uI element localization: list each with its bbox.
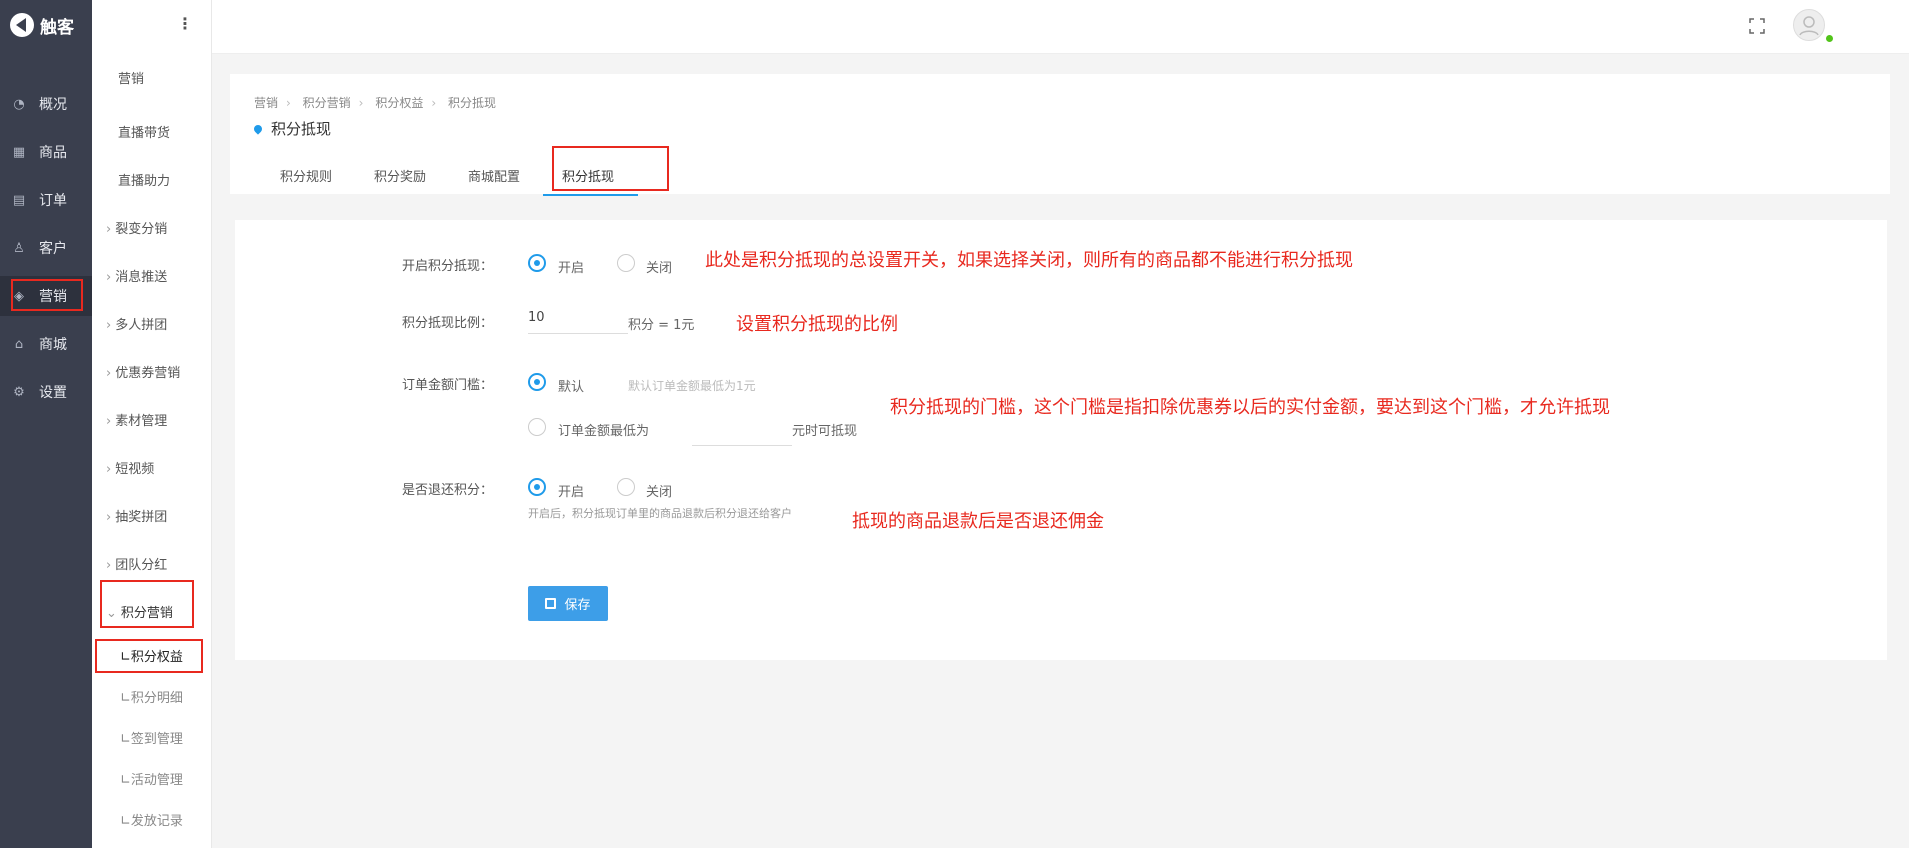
enable-on-label[interactable]: 开启	[558, 257, 584, 276]
ratio-label: 积分抵现比例：	[402, 316, 494, 331]
logo-icon	[10, 13, 34, 37]
ratio-suffix: 积分 = 1元	[628, 318, 695, 333]
settings-card	[235, 220, 1887, 660]
breadcrumb-item[interactable]: 营销	[254, 96, 278, 110]
enable-off-label[interactable]: 关闭	[646, 257, 672, 276]
gauge-icon: ◔	[13, 96, 25, 112]
breadcrumb-item[interactable]: 积分营销	[303, 96, 351, 110]
sub-item-records[interactable]: ∟发放记录	[120, 810, 240, 829]
nav-item-mall[interactable]: ⌂ 商城	[0, 324, 92, 364]
grid-icon: ▦	[12, 144, 26, 160]
sub-item-group-buy[interactable]: › 多人拼团	[106, 314, 226, 333]
chevron-right-icon: ›	[106, 318, 112, 333]
threshold-label: 订单金额门槛：	[402, 378, 494, 393]
top-bar: ⋮	[177, 0, 1909, 54]
sub-item-material[interactable]: › 素材管理	[106, 410, 226, 429]
logo[interactable]: 触客	[0, 0, 92, 50]
sub-item-checkin[interactable]: ∟签到管理	[120, 728, 240, 747]
tab-points-rules[interactable]: 积分规则	[280, 166, 332, 185]
brand-name: 触客	[40, 17, 74, 38]
nav-item-overview[interactable]: ◔ 概况	[0, 84, 92, 124]
save-icon	[545, 598, 557, 609]
annotation-threshold: 积分抵现的门槛，这个门槛是指扣除优惠券以后的实付金额，要达到这个门槛，才允许抵现	[890, 397, 1610, 418]
ratio-input[interactable]: 10	[528, 310, 628, 334]
user-icon: ♙	[13, 240, 25, 256]
enable-off-radio[interactable]	[617, 254, 635, 272]
sub-item-lottery[interactable]: › 抽奖拼团	[106, 506, 226, 525]
chevron-right-icon: ›	[106, 270, 112, 285]
chevron-right-icon: ›	[106, 510, 112, 525]
page-title: 积分抵现	[252, 118, 331, 139]
online-status-dot	[1826, 35, 1833, 42]
enable-label: 开启积分抵现：	[402, 259, 494, 274]
save-button[interactable]: 保存	[528, 586, 608, 621]
breadcrumb: 营销 › 积分营销 › 积分权益 › 积分抵现	[254, 96, 496, 110]
sub-sidebar: 营销 直播带货 直播助力 › 裂变分销 › 消息推送 › 多人拼团 › 优惠券营销 › 素…	[92, 0, 212, 848]
chevron-right-icon: ›	[106, 366, 112, 381]
threshold-custom-radio[interactable]	[528, 418, 546, 436]
enable-on-radio[interactable]	[528, 254, 546, 272]
chevron-right-icon: ›	[106, 414, 112, 429]
highlight-box-cashout-tab	[552, 146, 669, 191]
avatar[interactable]	[1793, 9, 1825, 41]
threshold-default-hint: 默认订单金额最低为1元	[628, 379, 756, 393]
chevron-right-icon: ›	[106, 462, 112, 477]
threshold-amount-input[interactable]	[692, 422, 792, 446]
sub-item-activity[interactable]: ∟活动管理	[120, 769, 240, 788]
refund-hint: 开启后，积分抵现订单里的商品退款后积分退还给客户	[528, 507, 792, 520]
threshold-custom-prefix[interactable]: 订单金额最低为	[558, 420, 649, 439]
highlight-box-points-rights	[95, 639, 203, 673]
annotation-ratio: 设置积分抵现的比例	[736, 314, 898, 335]
chevron-right-icon: ›	[106, 558, 112, 573]
location-pin-icon	[252, 122, 264, 135]
nav-item-customers[interactable]: ♙ 客户	[0, 228, 92, 268]
user-avatar-icon	[1799, 16, 1819, 36]
sub-item-push[interactable]: › 消息推送	[106, 266, 226, 285]
annotation-enable: 此处是积分抵现的总设置开关，如果选择关闭，则所有的商品都不能进行积分抵现	[705, 250, 1353, 271]
refund-label: 是否退还积分：	[402, 483, 494, 498]
calendar-icon: ▤	[12, 192, 26, 208]
sub-item-fission[interactable]: › 裂变分销	[106, 218, 226, 237]
annotation-refund: 抵现的商品退款后是否退还佣金	[852, 511, 1104, 532]
chevron-right-icon: ›	[106, 222, 112, 237]
threshold-custom-suffix: 元时可抵现	[792, 424, 858, 439]
fullscreen-icon[interactable]	[1749, 18, 1765, 34]
breadcrumb-item[interactable]: 积分权益	[375, 96, 423, 110]
refund-on-label[interactable]: 开启	[558, 481, 584, 500]
nav-item-products[interactable]: ▦ 商品	[0, 132, 92, 172]
highlight-box-points-marketing	[100, 580, 194, 628]
sub-item-live-sales[interactable]: 直播带货	[118, 122, 238, 141]
sub-item-short-video[interactable]: › 短视频	[106, 458, 226, 477]
threshold-default-label[interactable]: 默认	[558, 376, 584, 395]
more-vertical-icon[interactable]: ⋮	[177, 14, 193, 33]
highlight-box-marketing	[11, 279, 83, 311]
refund-off-radio[interactable]	[617, 478, 635, 496]
sub-item-live-assist[interactable]: 直播助力	[118, 170, 238, 189]
main-sidebar: 触客 ◔ 概况 ▦ 商品 ▤ 订单 ♙ 客户 ◈ 营销 ⌂ 商城 ⚙ 设置	[0, 0, 92, 848]
refund-on-radio[interactable]	[528, 478, 546, 496]
tab-points-rewards[interactable]: 积分奖励	[374, 166, 426, 185]
gear-icon: ⚙	[13, 384, 25, 400]
threshold-default-radio[interactable]	[528, 373, 546, 391]
sub-item-coupon[interactable]: › 优惠券营销	[106, 362, 226, 381]
breadcrumb-item: 积分抵现	[447, 96, 496, 110]
nav-item-settings[interactable]: ⚙ 设置	[0, 372, 92, 412]
sub-item-points-detail[interactable]: ∟积分明细	[120, 687, 240, 706]
shop-icon: ⌂	[14, 336, 24, 352]
nav-item-orders[interactable]: ▤ 订单	[0, 180, 92, 220]
sub-item-team-bonus[interactable]: › 团队分红	[106, 554, 226, 573]
refund-off-label[interactable]: 关闭	[646, 481, 672, 500]
active-tab-indicator	[543, 194, 638, 196]
tab-mall-config[interactable]: 商城配置	[468, 166, 520, 185]
page-header: 营销 › 积分营销 › 积分权益 › 积分抵现 积分抵现 积分规则 积分奖励 商城配置…	[230, 74, 1890, 196]
sub-nav-heading: 营销	[118, 72, 145, 87]
